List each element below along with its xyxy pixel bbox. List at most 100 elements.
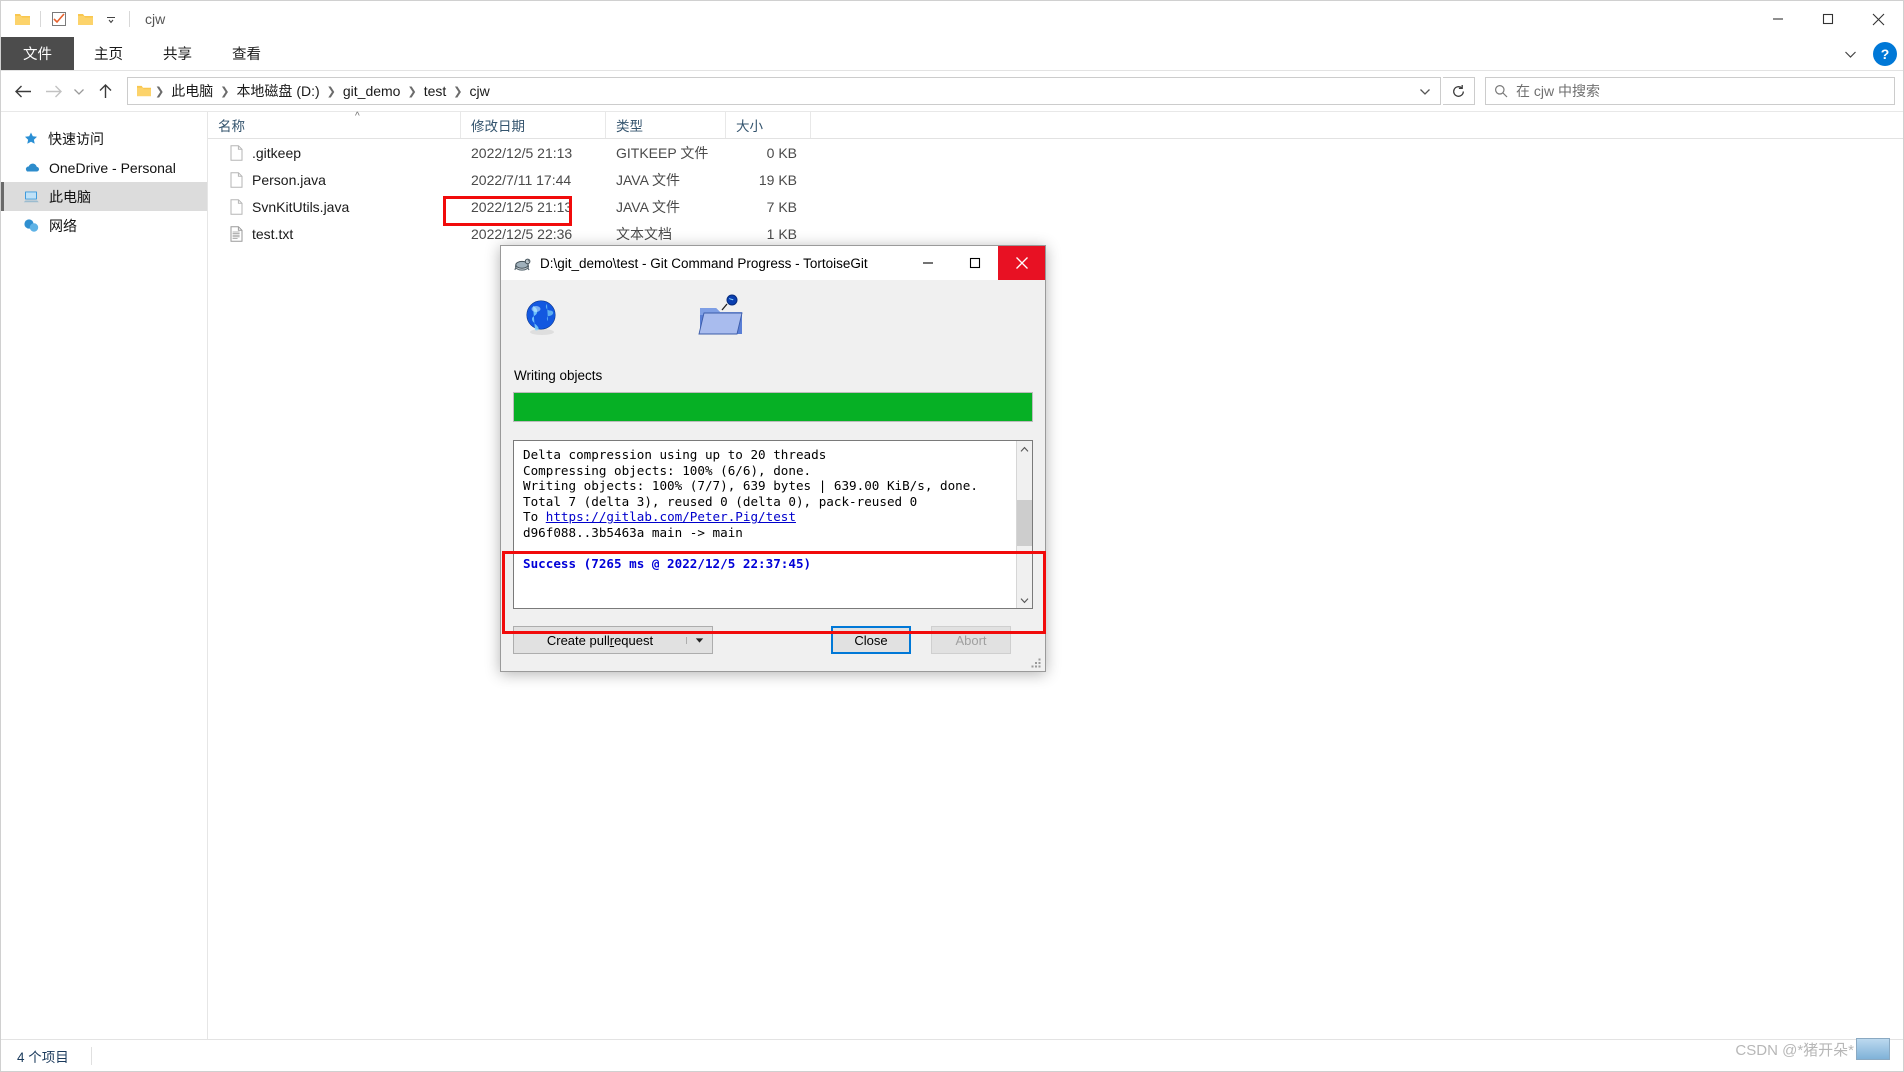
folder-icon[interactable]: [9, 6, 35, 32]
file-date-cell: 2022/12/5 21:13: [471, 144, 573, 161]
repository-url-link[interactable]: https://gitlab.com/Peter.Pig/test: [546, 509, 796, 524]
breadcrumb-item-3[interactable]: test: [420, 83, 451, 99]
quick-access-toolbar: cjw: [1, 1, 165, 37]
ribbon-tab-share[interactable]: 共享: [143, 37, 212, 70]
file-type-cell: 文本文档: [616, 225, 672, 242]
address-folder-icon: [136, 84, 152, 98]
breadcrumb-separator-3[interactable]: ❯: [404, 85, 419, 98]
sidebar-item-label: OneDrive - Personal: [49, 159, 176, 176]
breadcrumb-item-2[interactable]: git_demo: [339, 83, 405, 99]
console-scrollbar[interactable]: [1016, 441, 1032, 608]
globe-icon: [523, 298, 561, 336]
close-icon[interactable]: [998, 246, 1045, 280]
table-row[interactable]: Person.java 2022/7/11 17:44 JAVA 文件 19 K…: [208, 166, 1903, 193]
ribbon-tab-home[interactable]: 主页: [74, 37, 143, 70]
network-icon: [23, 218, 40, 233]
chevron-up-icon[interactable]: [1017, 441, 1033, 457]
maximize-icon[interactable]: [1803, 1, 1853, 37]
console-line: Delta compression using up to 20 threads: [523, 447, 827, 462]
scrollbar-thumb[interactable]: [1016, 500, 1032, 547]
table-row[interactable]: test.txt 2022/12/5 22:36 文本文档 1 KB: [208, 220, 1903, 247]
column-header-size[interactable]: 大小: [726, 112, 811, 138]
sidebar-item-this-pc[interactable]: 此电脑: [1, 182, 207, 211]
file-name-cell[interactable]: Person.java: [208, 172, 461, 188]
file-type-cell: JAVA 文件: [616, 171, 681, 188]
create-pull-request-button[interactable]: Create pull r equest: [513, 626, 713, 654]
sort-indicator-icon: ^: [355, 111, 360, 122]
column-header-type[interactable]: 类型: [606, 112, 726, 138]
tortoisegit-icon: [513, 254, 531, 272]
search-input[interactable]: 在 cjw 中搜索: [1485, 77, 1895, 105]
help-icon[interactable]: ?: [1873, 42, 1897, 66]
navigation-pane: 快速访问 OneDrive - Personal 此电脑 网络: [1, 112, 208, 1039]
file-size-cell: 7 KB: [766, 198, 797, 215]
ribbon-tab-view[interactable]: 查看: [212, 37, 281, 70]
blank-file-icon: [230, 171, 243, 188]
refresh-icon[interactable]: [1443, 77, 1475, 105]
blank-file-icon: [230, 198, 243, 215]
dialog-title-bar: D:\git_demo\test - Git Command Progress …: [501, 246, 1045, 280]
breadcrumb-separator-4[interactable]: ❯: [450, 85, 465, 98]
ribbon-tab-file[interactable]: 文件: [1, 37, 74, 70]
console-output[interactable]: Delta compression using up to 20 threads…: [513, 440, 1033, 609]
file-name-cell[interactable]: .gitkeep: [208, 145, 461, 161]
close-icon[interactable]: [1853, 1, 1903, 37]
address-bar[interactable]: ❯ 此电脑 ❯ 本地磁盘 (D:) ❯ git_demo ❯ test ❯ cj…: [127, 77, 1441, 105]
file-size-cell: 0 KB: [766, 144, 797, 161]
file-size-cell: 19 KB: [758, 171, 797, 188]
customize-dropdown-icon[interactable]: [98, 6, 124, 32]
recent-locations-chevron-icon[interactable]: [69, 77, 89, 105]
sidebar-item-network[interactable]: 网络: [1, 211, 207, 240]
file-date-cell: 2022/12/5 21:13: [471, 198, 573, 215]
up-arrow-icon[interactable]: [91, 77, 119, 105]
resize-grip-icon[interactable]: [1030, 657, 1042, 669]
progress-bar: [513, 392, 1033, 422]
sidebar-item-onedrive[interactable]: OneDrive - Personal: [1, 153, 207, 182]
breadcrumb-item-1[interactable]: 本地磁盘 (D:): [232, 81, 323, 101]
breadcrumb-item-4[interactable]: cjw: [465, 83, 493, 99]
blank-file-icon: [230, 144, 243, 161]
close-button[interactable]: Close: [831, 626, 911, 654]
file-date-cell: 2022/12/5 22:36: [471, 225, 573, 242]
scrollbar-track[interactable]: [1016, 457, 1032, 592]
chevron-down-icon[interactable]: [686, 636, 712, 644]
search-icon: [1494, 84, 1508, 98]
minimize-icon[interactable]: [904, 246, 951, 280]
column-header-date[interactable]: 修改日期: [461, 112, 606, 138]
chevron-down-icon[interactable]: [1839, 43, 1861, 65]
minimize-icon[interactable]: [1753, 1, 1803, 37]
back-arrow-icon[interactable]: [9, 77, 37, 105]
file-list-pane: 名称 修改日期 类型 大小 ^ .gitkeep 2022/12/5 21:13…: [208, 111, 1903, 1039]
properties-icon[interactable]: [46, 6, 72, 32]
file-size-cell: 1 KB: [766, 225, 797, 242]
console-line-link-row: To https://gitlab.com/Peter.Pig/test: [523, 509, 1023, 525]
file-rows: .gitkeep 2022/12/5 21:13 GITKEEP 文件 0 KB…: [208, 139, 1903, 1039]
search-placeholder: 在 cjw 中搜索: [1516, 83, 1600, 99]
breadcrumb-separator-2[interactable]: ❯: [324, 85, 339, 98]
tortoisegit-progress-dialog: D:\git_demo\test - Git Command Progress …: [500, 245, 1046, 672]
toolbar-divider-2: [129, 11, 130, 27]
create-pull-request-label: Create pull r equest: [546, 632, 654, 648]
breadcrumb-separator-1[interactable]: ❯: [217, 85, 232, 98]
dialog-title: D:\git_demo\test - Git Command Progress …: [540, 255, 868, 271]
address-dropdown-icon[interactable]: [1414, 78, 1436, 104]
column-header-name[interactable]: 名称: [208, 112, 461, 138]
new-folder-icon[interactable]: [72, 6, 98, 32]
console-line: Compressing objects: 100% (6/6), done.: [523, 462, 812, 478]
console-success-line: Success (7265 ms @ 2022/12/5 22:37:45): [523, 556, 812, 572]
dialog-icon-row: [511, 280, 1035, 368]
table-row[interactable]: .gitkeep 2022/12/5 21:13 GITKEEP 文件 0 KB: [208, 139, 1903, 166]
forward-arrow-icon[interactable]: [39, 77, 67, 105]
breadcrumb-item-0[interactable]: 此电脑: [167, 81, 217, 101]
breadcrumb: 此电脑 ❯ 本地磁盘 (D:) ❯ git_demo ❯ test ❯ cjw: [167, 81, 1414, 101]
file-name-cell[interactable]: test.txt: [208, 226, 461, 242]
file-name-label: test.txt: [252, 225, 294, 242]
folder-upload-icon: [696, 292, 746, 340]
window-controls: [1753, 1, 1903, 37]
maximize-icon[interactable]: [951, 246, 998, 280]
chevron-down-icon[interactable]: [1017, 592, 1033, 608]
sidebar-item-quick-access[interactable]: 快速访问: [1, 124, 207, 153]
star-pin-icon: [23, 131, 39, 147]
file-name-cell[interactable]: SvnKitUtils.java: [208, 199, 461, 215]
table-row[interactable]: SvnKitUtils.java 2022/12/5 21:13 JAVA 文件…: [208, 193, 1903, 220]
